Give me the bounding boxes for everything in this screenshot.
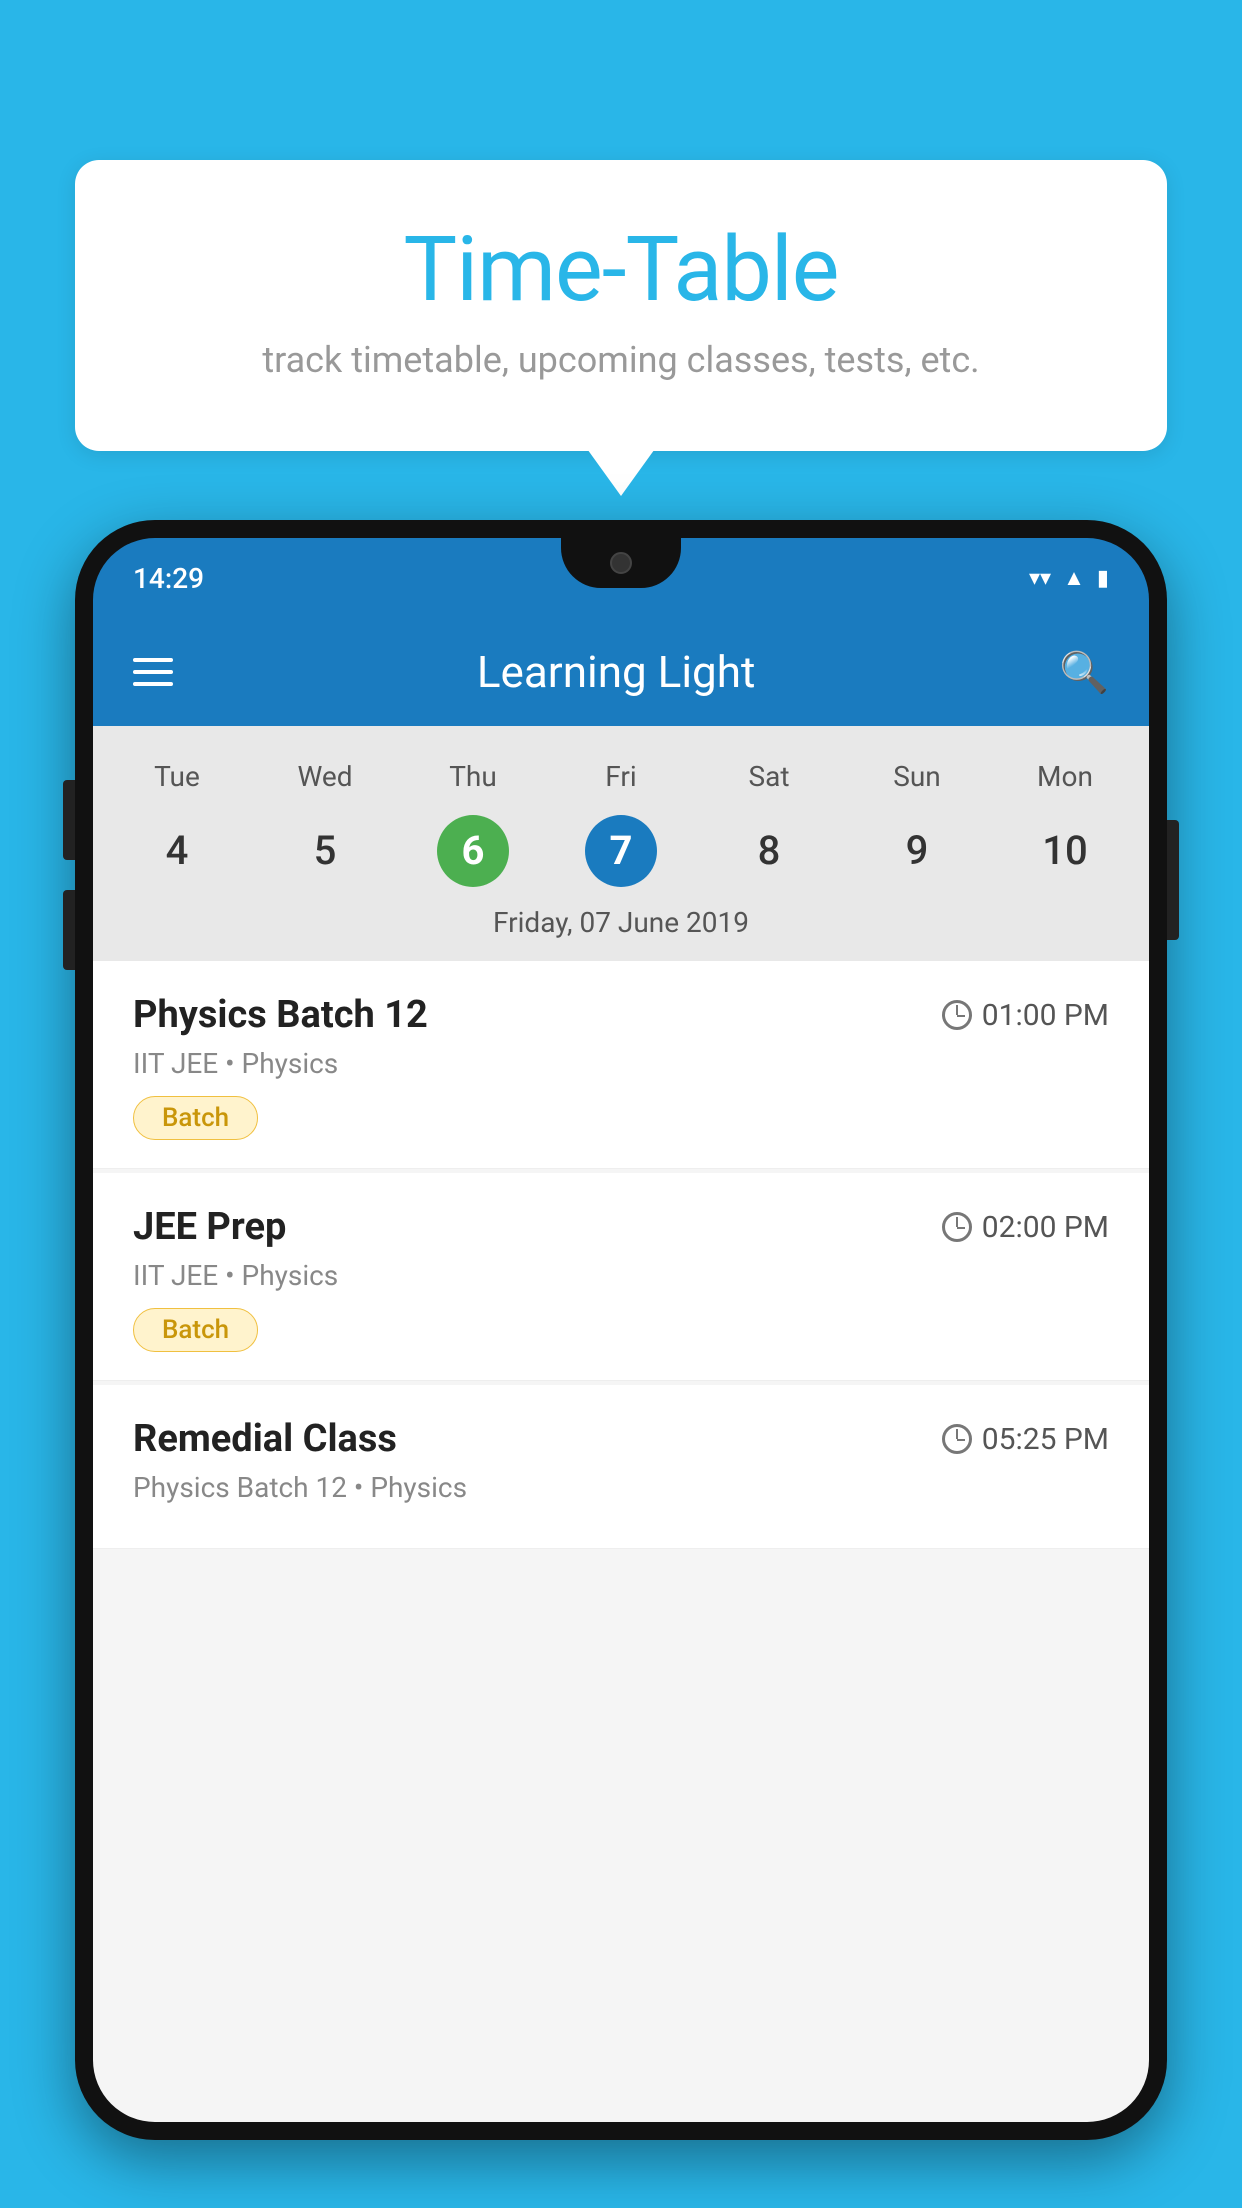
schedule-item-2[interactable]: JEE Prep 02:00 PM IIT JEE • Physics Batc… — [93, 1173, 1149, 1381]
schedule-item-3[interactable]: Remedial Class 05:25 PM Physics Batch 12… — [93, 1385, 1149, 1549]
date-10[interactable]: 10 — [991, 813, 1139, 888]
phone-screen: Learning Light 🔍 Tue Wed Thu Fri Sat Sun… — [93, 618, 1149, 2122]
phone-body: 14:29 ▾▾ ▲ ▮ Learning Light 🔍 — [75, 520, 1167, 2140]
wifi-icon: ▾▾ — [1029, 566, 1051, 591]
schedule-item-name-3: Remedial Class — [133, 1417, 397, 1461]
clock-icon-1 — [942, 1000, 972, 1030]
date-7[interactable]: 7 — [547, 815, 695, 887]
speech-bubble: Time-Table track timetable, upcoming cla… — [75, 160, 1167, 451]
schedule-item-name-2: JEE Prep — [133, 1205, 286, 1249]
clock-icon-3 — [942, 1424, 972, 1454]
day-tue[interactable]: Tue — [103, 750, 251, 803]
bubble-subtitle: track timetable, upcoming classes, tests… — [155, 339, 1087, 381]
schedule-item-1[interactable]: Physics Batch 12 01:00 PM IIT JEE • Phys… — [93, 961, 1149, 1169]
schedule-item-header-3: Remedial Class 05:25 PM — [133, 1417, 1109, 1461]
time-label-2: 02:00 PM — [982, 1210, 1109, 1245]
time-label-1: 01:00 PM — [982, 998, 1109, 1033]
volume-up-button — [63, 780, 75, 860]
schedule-item-header-1: Physics Batch 12 01:00 PM — [133, 993, 1109, 1037]
schedule-item-name-1: Physics Batch 12 — [133, 993, 428, 1037]
date-6[interactable]: 6 — [399, 815, 547, 887]
status-bar: 14:29 ▾▾ ▲ ▮ — [93, 538, 1149, 618]
phone-wrapper: 14:29 ▾▾ ▲ ▮ Learning Light 🔍 — [75, 520, 1167, 2208]
bubble-title: Time-Table — [155, 220, 1087, 319]
volume-down-button — [63, 890, 75, 970]
status-time: 14:29 — [133, 562, 204, 595]
schedule-item-meta-1: IIT JEE • Physics — [133, 1047, 1109, 1080]
date-8[interactable]: 8 — [695, 813, 843, 888]
power-button — [1167, 820, 1179, 940]
schedule-item-time-1: 01:00 PM — [942, 998, 1109, 1033]
time-label-3: 05:25 PM — [982, 1422, 1109, 1457]
batch-badge-2: Batch — [133, 1308, 258, 1352]
schedule-item-meta-3: Physics Batch 12 • Physics — [133, 1471, 1109, 1504]
day-sat[interactable]: Sat — [695, 750, 843, 803]
date-9[interactable]: 9 — [843, 813, 991, 888]
battery-icon: ▮ — [1097, 566, 1109, 591]
dates-row: 4 5 6 7 8 9 10 — [93, 803, 1149, 888]
selected-date-label: Friday, 07 June 2019 — [93, 888, 1149, 961]
day-sun[interactable]: Sun — [843, 750, 991, 803]
schedule-item-meta-2: IIT JEE • Physics — [133, 1259, 1109, 1292]
camera — [610, 552, 632, 574]
speech-bubble-container: Time-Table track timetable, upcoming cla… — [75, 160, 1167, 451]
date-5[interactable]: 5 — [251, 813, 399, 888]
app-header: Learning Light 🔍 — [93, 618, 1149, 726]
search-icon[interactable]: 🔍 — [1059, 649, 1109, 696]
schedule-item-header-2: JEE Prep 02:00 PM — [133, 1205, 1109, 1249]
clock-icon-2 — [942, 1212, 972, 1242]
menu-button[interactable] — [133, 658, 173, 686]
signal-icon: ▲ — [1063, 565, 1085, 591]
notch — [561, 538, 681, 588]
day-fri[interactable]: Fri — [547, 750, 695, 803]
day-wed[interactable]: Wed — [251, 750, 399, 803]
day-mon[interactable]: Mon — [991, 750, 1139, 803]
date-4[interactable]: 4 — [103, 813, 251, 888]
app-title: Learning Light — [477, 646, 756, 698]
schedule-item-time-3: 05:25 PM — [942, 1422, 1109, 1457]
calendar-section: Tue Wed Thu Fri Sat Sun Mon 4 5 6 7 — [93, 726, 1149, 961]
schedule-list: Physics Batch 12 01:00 PM IIT JEE • Phys… — [93, 961, 1149, 1553]
days-header: Tue Wed Thu Fri Sat Sun Mon — [93, 750, 1149, 803]
batch-badge-1: Batch — [133, 1096, 258, 1140]
status-icons: ▾▾ ▲ ▮ — [1029, 565, 1109, 591]
day-thu[interactable]: Thu — [399, 750, 547, 803]
schedule-item-time-2: 02:00 PM — [942, 1210, 1109, 1245]
